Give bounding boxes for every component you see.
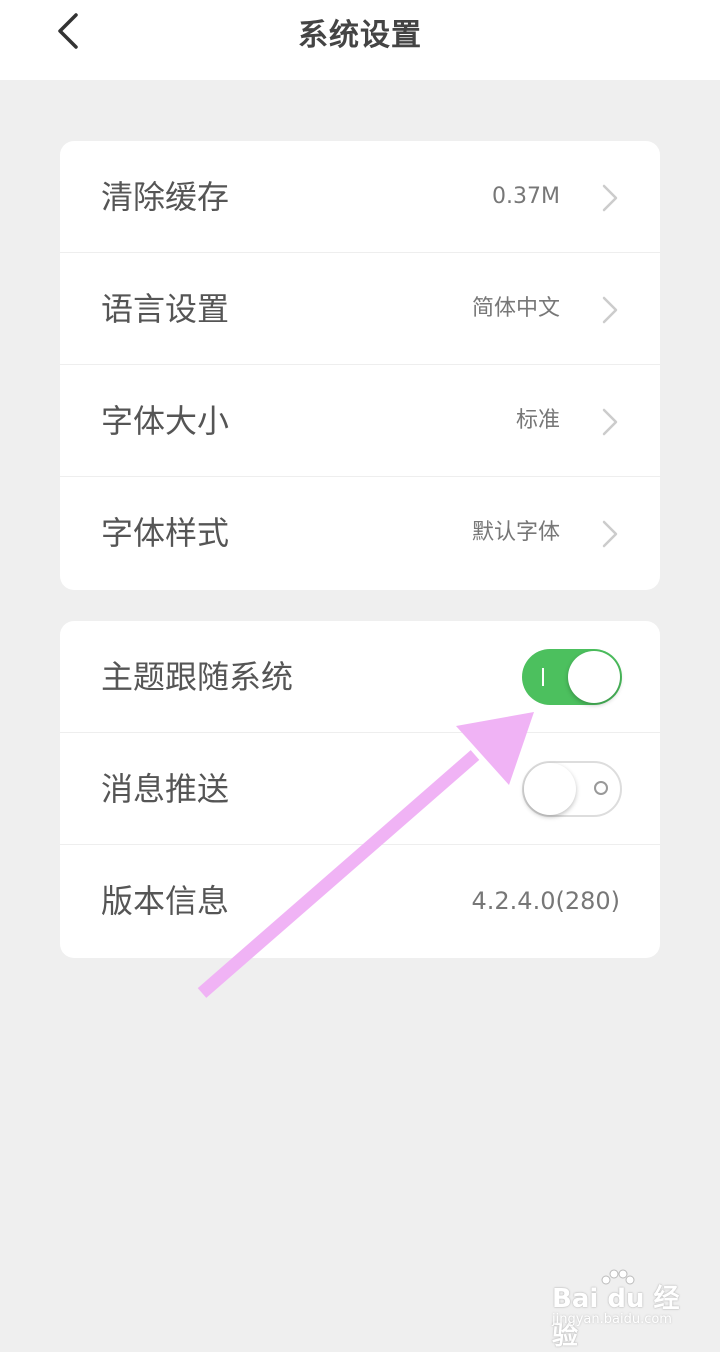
row-label: 清除缓存 xyxy=(101,178,230,216)
version-value: 4.2.4.0(280) xyxy=(471,887,621,915)
font-style-row[interactable]: 字体样式 默认字体 xyxy=(60,477,660,589)
chevron-right-icon xyxy=(602,408,618,436)
header-bar: 系统设置 xyxy=(0,0,720,80)
chevron-right-icon xyxy=(602,184,618,212)
page-title: 系统设置 xyxy=(298,18,422,53)
message-push-row: 消息推送 xyxy=(60,733,660,845)
toggle-knob xyxy=(524,763,576,815)
toggle-off-mark xyxy=(594,781,608,795)
watermark-url: jingyan.baidu.com xyxy=(552,1312,672,1327)
chevron-right-icon xyxy=(602,520,618,548)
message-push-toggle[interactable] xyxy=(522,761,622,817)
row-label: 字体大小 xyxy=(101,402,230,440)
row-label: 主题跟随系统 xyxy=(101,658,294,696)
toggle-knob xyxy=(568,651,620,703)
clear-cache-row[interactable]: 清除缓存 0.37M xyxy=(60,141,660,253)
theme-follow-system-toggle[interactable] xyxy=(522,649,622,705)
font-size-row[interactable]: 字体大小 标准 xyxy=(60,365,660,477)
baidu-jingyan-watermark: Bai du 经验 jingyan.baidu.com xyxy=(552,1268,692,1351)
settings-card-system: 主题跟随系统 消息推送 版本信息 4.2.4.0(280) xyxy=(60,621,660,958)
cache-size-value: 0.37M xyxy=(492,184,560,209)
row-label: 消息推送 xyxy=(101,770,230,808)
toggle-on-mark xyxy=(542,668,544,686)
row-label: 字体样式 xyxy=(101,514,230,552)
version-info-row[interactable]: 版本信息 4.2.4.0(280) xyxy=(60,845,660,957)
settings-card-general: 清除缓存 0.37M 语言设置 简体中文 字体大小 标准 字体样式 默认字体 xyxy=(60,141,660,590)
font-size-value: 标准 xyxy=(515,408,560,433)
language-value: 简体中文 xyxy=(471,296,560,321)
chevron-right-icon xyxy=(602,296,618,324)
row-label: 语言设置 xyxy=(101,290,230,328)
language-settings-row[interactable]: 语言设置 简体中文 xyxy=(60,253,660,365)
font-style-value: 默认字体 xyxy=(471,520,560,545)
theme-follow-system-row: 主题跟随系统 xyxy=(60,621,660,733)
row-label: 版本信息 xyxy=(101,882,230,920)
